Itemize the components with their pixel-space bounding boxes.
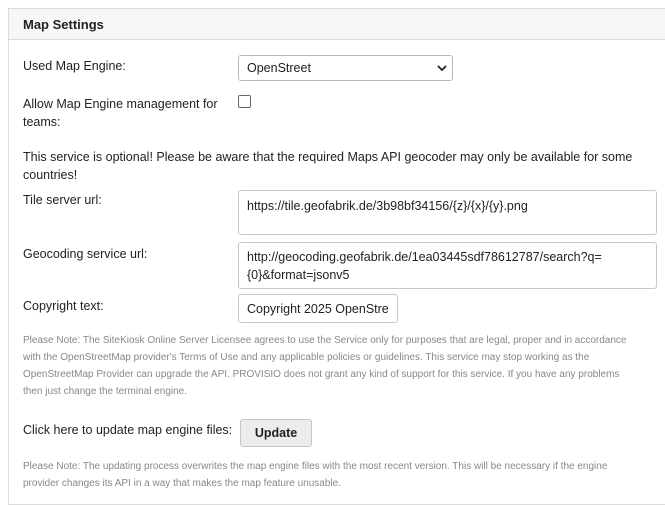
service-notice: This service is optional! Please be awar…: [23, 148, 665, 184]
map-engine-select[interactable]: OpenStreet: [238, 55, 453, 81]
geocoding-value-line1: http://geocoding.geofabrik.de/1ea03445sd…: [247, 250, 602, 264]
update-button[interactable]: Update: [240, 419, 312, 447]
update-note-line2: provider changes its API in a way that m…: [23, 478, 341, 489]
license-note-line3: OpenStreetMap Provider can upgrade the A…: [23, 369, 620, 380]
update-label: Click here to update map engine files:: [23, 423, 233, 437]
license-note-line2: with the OpenStreetMap provider's Terms …: [23, 352, 590, 363]
update-note-line1: Please Note: The updating process overwr…: [23, 461, 608, 472]
license-note: Please Note: The SiteKiosk Online Server…: [23, 332, 665, 400]
map-engine-selected-value: OpenStreet: [247, 61, 311, 75]
panel-title: Map Settings: [9, 9, 665, 40]
copyright-input[interactable]: Copyright 2025 OpenStre: [238, 294, 398, 323]
update-note: Please Note: The updating process overwr…: [23, 458, 665, 492]
geocoding-label: Geocoding service url:: [23, 247, 148, 261]
geocoding-input[interactable]: http://geocoding.geofabrik.de/1ea03445sd…: [238, 242, 657, 289]
copyright-label: Copyright text:: [23, 299, 104, 313]
teams-management-checkbox[interactable]: [238, 95, 251, 108]
license-note-line4: then just change the terminal engine.: [23, 386, 187, 397]
tile-server-input[interactable]: https://tile.geofabrik.de/3b98bf34156/{z…: [238, 190, 657, 235]
service-notice-line2: countries!: [23, 168, 78, 182]
chevron-down-icon: [432, 64, 452, 72]
map-engine-label: Used Map Engine:: [23, 59, 126, 73]
geocoding-value-line2: {0}&format=jsonv5: [247, 268, 350, 282]
teams-label-line2: teams:: [23, 115, 61, 129]
license-note-line1: Please Note: The SiteKiosk Online Server…: [23, 335, 627, 346]
map-settings-panel: Map Settings Used Map Engine: OpenStreet…: [8, 8, 665, 505]
teams-management-label: Allow Map Engine management for teams:: [23, 95, 218, 131]
teams-label-line1: Allow Map Engine management for: [23, 97, 218, 111]
tile-server-label: Tile server url:: [23, 193, 102, 207]
service-notice-line1: This service is optional! Please be awar…: [23, 150, 633, 164]
